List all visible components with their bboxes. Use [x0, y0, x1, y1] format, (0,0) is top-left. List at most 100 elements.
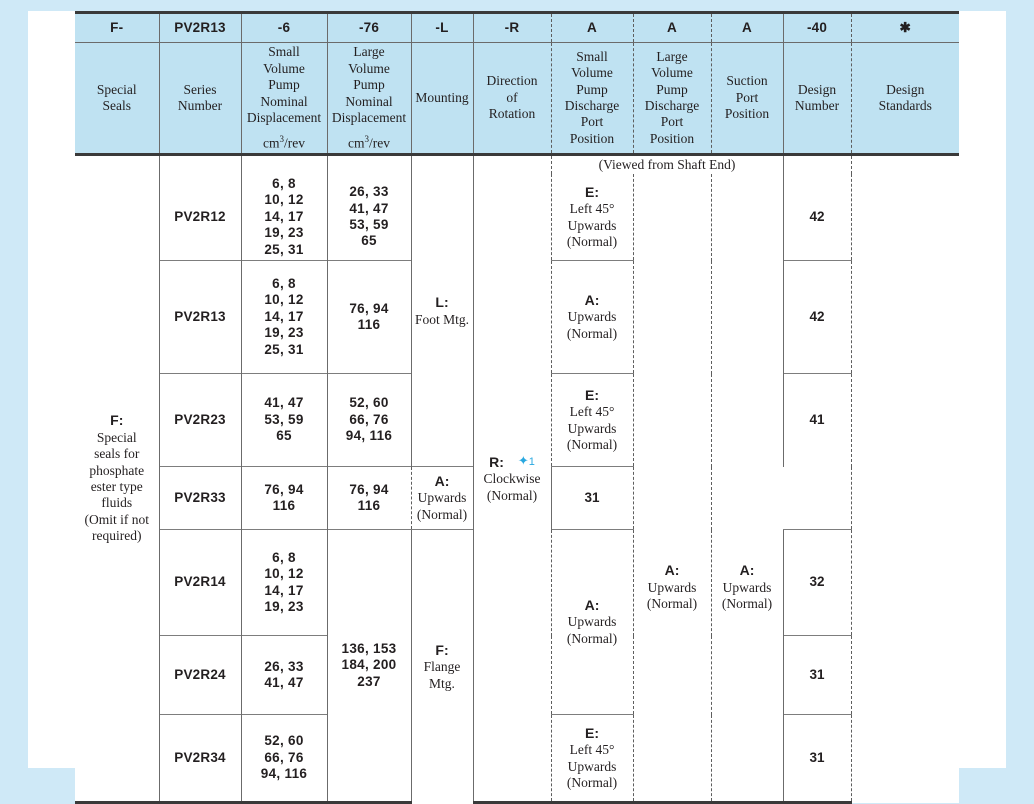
series-name: PV2R13: [159, 261, 241, 374]
model-code-table: F- PV2R13 -6 -76 -L -R A A A -40 ✱ Speci…: [75, 11, 959, 804]
spacer-large-discharge-port-top: [633, 174, 711, 374]
large-displacement-values: 26, 33 41, 47 53, 59 65: [327, 174, 411, 261]
spacer-series: [159, 155, 241, 175]
header-label-mounting: Mounting: [411, 43, 473, 155]
header-label-mounting-text: Mounting: [415, 90, 468, 105]
header-label-small-discharge-port-text: Small Volume Pump Discharge Port Positio…: [565, 49, 619, 146]
mounting-foot-text: Foot Mtg.: [415, 312, 469, 327]
header-label-direction-rotation: Direction of Rotation: [473, 43, 551, 155]
suction-port-text: Upwards (Normal): [722, 580, 772, 611]
small-displacement-values: 6, 8 10, 12 14, 17 19, 23 25, 31: [241, 261, 327, 374]
header-label-small-discharge-port: Small Volume Pump Discharge Port Positio…: [551, 43, 633, 155]
design-number-value: 42: [783, 174, 851, 261]
cell-direction-of-rotation: R: ✦1 Clockwise (Normal): [473, 155, 551, 803]
series-name: PV2R34: [159, 715, 241, 803]
header-code-direction-rotation: -R: [473, 13, 551, 43]
header-label-special-seals-text: Special Seals: [97, 82, 137, 113]
header-code-mounting: -L: [411, 13, 473, 43]
small-discharge-port-text: Left 45° Upwards (Normal): [567, 742, 617, 790]
header-code-row: F- PV2R13 -6 -76 -L -R A A A -40 ✱: [75, 13, 959, 43]
large-discharge-port-text: Upwards (Normal): [647, 580, 697, 611]
cell-small-discharge-port: A: Upwards (Normal): [551, 530, 633, 715]
header-label-direction-rotation-text: Direction of Rotation: [487, 73, 538, 121]
header-label-design-number-text: Design Number: [795, 82, 839, 113]
header-code-design-standards: ✱: [851, 13, 959, 43]
direction-rotation-code: R:: [489, 454, 504, 470]
header-code-design-number: -40: [783, 13, 851, 43]
small-discharge-port-text: Upwards (Normal): [567, 309, 617, 340]
large-displacement-values: 76, 94 116: [327, 261, 411, 374]
header-label-small-displacement-text: Small Volume Pump Nominal Displacement: [247, 44, 321, 125]
design-number-value: 32: [783, 530, 851, 636]
special-seals-code: F:: [110, 412, 123, 428]
series-name: PV2R24: [159, 636, 241, 715]
small-discharge-port-code: A:: [435, 473, 450, 489]
small-displacement-values: 6, 8 10, 12 14, 17 19, 23: [241, 530, 327, 636]
header-label-design-standards: Design Standards: [851, 43, 959, 155]
small-discharge-port-text: Left 45° Upwards (Normal): [567, 201, 617, 249]
design-number-value: 31: [783, 636, 851, 715]
series-name: PV2R23: [159, 374, 241, 467]
header-label-small-displacement: Small Volume Pump Nominal Displacement c…: [241, 43, 327, 155]
spacer-large-disp: [327, 155, 411, 175]
header-label-design-number: Design Number: [783, 43, 851, 155]
cell-mounting-foot: L: Foot Mtg.: [411, 155, 473, 467]
header-label-large-discharge-port-text: Large Volume Pump Discharge Port Positio…: [645, 49, 699, 146]
small-discharge-port-code: E:: [585, 184, 599, 200]
large-discharge-port-code: A:: [665, 562, 680, 578]
design-number-value: 42: [783, 261, 851, 374]
spacer-suction-port-top: [711, 174, 783, 374]
cell-special-seals: F: Special seals for phosphate ester typ…: [75, 155, 159, 803]
series-name: PV2R14: [159, 530, 241, 636]
small-displacement-values: 76, 94 116: [241, 467, 327, 530]
small-discharge-port-text: Upwards (Normal): [567, 614, 617, 645]
header-label-special-seals: Special Seals: [75, 43, 159, 155]
header-code-large-displacement: -76: [327, 13, 411, 43]
small-discharge-port-code: A:: [585, 597, 600, 613]
cell-large-discharge-port: A: Upwards (Normal): [633, 374, 711, 803]
header-description-row: Special Seals Series Number Small Volume…: [75, 43, 959, 155]
cell-suction-port: A: Upwards (Normal): [711, 374, 783, 803]
large-displacement-values: 52, 60 66, 76 94, 116: [327, 374, 411, 467]
large-displacement-values: 76, 94 116: [327, 467, 411, 530]
cell-small-discharge-port: E: Left 45° Upwards (Normal): [551, 715, 633, 803]
viewed-from-shaft-end-row: F: Special seals for phosphate ester typ…: [75, 155, 959, 175]
model-code-table-wrapper: F- PV2R13 -6 -76 -L -R A A A -40 ✱ Speci…: [75, 11, 959, 768]
small-discharge-port-text: Left 45° Upwards (Normal): [567, 404, 617, 452]
header-unit-large-displacement: cm3/rev: [328, 134, 411, 152]
header-label-series-number: Series Number: [159, 43, 241, 155]
small-displacement-values: 52, 60 66, 76 94, 116: [241, 715, 327, 803]
header-label-large-displacement: Large Volume Pump Nominal Displacement c…: [327, 43, 411, 155]
header-code-small-discharge-port: A: [551, 13, 633, 43]
header-code-suction-port: A: [711, 13, 783, 43]
large-displacement-values: 136, 153 184, 200 237: [327, 530, 411, 803]
small-discharge-port-text: Upwards (Normal): [417, 490, 467, 521]
viewed-from-shaft-end-note: (Viewed from Shaft End): [551, 155, 783, 175]
small-discharge-port-code: A:: [585, 292, 600, 308]
cell-small-discharge-port: E: Left 45° Upwards (Normal): [551, 374, 633, 467]
small-discharge-port-code: E:: [585, 725, 599, 741]
header-unit-small-displacement: cm3/rev: [242, 134, 327, 152]
star-glyph: ✦: [518, 453, 529, 468]
special-seals-text: Special seals for phosphate ester type f…: [85, 430, 150, 544]
mounting-flange-text: Flange Mtg.: [424, 659, 461, 690]
header-label-series-number-text: Series Number: [178, 82, 222, 113]
header-label-suction-port: Suction Port Position: [711, 43, 783, 155]
design-number-value: 31: [551, 467, 633, 530]
small-discharge-port-code: E:: [585, 387, 599, 403]
footnote-star-icon: ✦1: [518, 453, 535, 469]
page-canvas: F- PV2R13 -6 -76 -L -R A A A -40 ✱ Speci…: [28, 11, 1006, 768]
header-label-suction-port-text: Suction Port Position: [725, 73, 769, 121]
mounting-foot-code: L:: [435, 294, 448, 310]
suction-port-code: A:: [740, 562, 755, 578]
header-label-large-displacement-text: Large Volume Pump Nominal Displacement: [332, 44, 406, 125]
header-code-special-seals: F-: [75, 13, 159, 43]
cell-small-discharge-port: E: Left 45° Upwards (Normal): [551, 174, 633, 261]
header-code-series-number: PV2R13: [159, 13, 241, 43]
direction-rotation-text: Clockwise (Normal): [484, 471, 541, 502]
mounting-flange-code: F:: [435, 642, 448, 658]
header-label-large-discharge-port: Large Volume Pump Discharge Port Positio…: [633, 43, 711, 155]
small-displacement-values: 26, 33 41, 47: [241, 636, 327, 715]
spacer-small-disp: [241, 155, 327, 175]
footnote-number: 1: [529, 456, 535, 468]
